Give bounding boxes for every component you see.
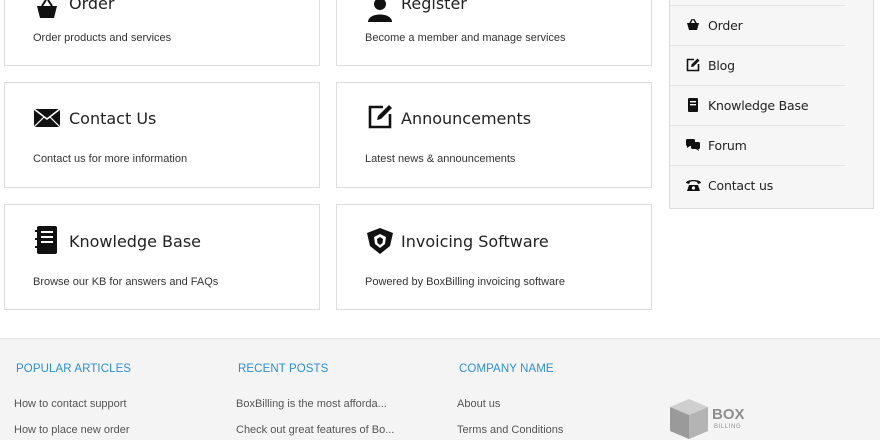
sidebar-item-label: Blog [708,57,735,73]
edit-icon [685,57,701,73]
shield-icon [365,226,395,256]
card-description: Powered by BoxBilling invoicing software [365,276,565,288]
footer-link[interactable]: How to place new order [14,424,130,436]
card-order[interactable]: Order Order products and services [4,0,320,66]
sidebar-item-contact-us[interactable]: Contact us [670,165,845,205]
sidebar-item-knowledge-base[interactable]: Knowledge Base [670,85,845,125]
card-title: Order [69,0,115,13]
sidebar-item-forum[interactable]: Forum [670,125,845,165]
sidebar-item-order[interactable]: Order [670,5,845,45]
card-description: Order products and services [33,32,172,44]
footer-link[interactable]: Terms and Conditions [457,424,563,436]
envelope-icon [32,103,62,133]
boxbilling-logo[interactable]: BOX BILLING [668,397,768,440]
book-icon [685,97,701,113]
card-knowledge-base[interactable]: Knowledge Base Browse our KB for answers… [4,204,320,310]
footer-link[interactable]: Check out great features of Bo... [236,424,394,436]
footer-heading-company-name: COMPANY NAME [459,363,554,375]
card-title: Announcements [401,109,532,128]
card-title: Contact Us [69,109,157,128]
basket-icon [685,17,701,33]
card-title: Invoicing Software [401,232,549,251]
footer-link[interactable]: About us [457,398,500,410]
footer-link[interactable]: BoxBilling is the most afforda... [236,398,387,410]
footer: POPULAR ARTICLES How to contact support … [0,338,880,440]
footer-heading-recent-posts: RECENT POSTS [238,363,329,375]
sidebar-item-label: Knowledge Base [708,97,809,113]
card-description: Browse our KB for answers and FAQs [33,276,219,288]
sidebar-menu: Order Blog Knowledge Base Forum Contact … [669,0,874,209]
user-icon [365,0,395,25]
basket-icon [32,0,62,25]
sidebar-item-label: Contact us [708,177,774,193]
logo-text: BOX [712,406,745,423]
phone-icon [685,177,701,193]
comments-icon [685,137,701,153]
card-register[interactable]: Register Become a member and manage serv… [336,0,652,66]
sidebar-item-blog[interactable]: Blog [670,45,845,85]
sidebar-item-label: Forum [708,137,747,153]
logo-subtext: BILLING [714,424,741,430]
card-title: Register [401,0,467,13]
edit-icon [365,102,395,132]
footer-link[interactable]: How to contact support [14,398,127,410]
card-announcements[interactable]: Announcements Latest news & announcement… [336,82,652,188]
footer-heading-popular-articles: POPULAR ARTICLES [16,363,132,375]
card-description: Latest news & announcements [365,153,516,165]
card-title: Knowledge Base [69,232,201,251]
card-invoicing-software[interactable]: Invoicing Software Powered by BoxBilling… [336,204,652,310]
book-icon [32,225,62,255]
card-description: Become a member and manage services [365,32,566,44]
sidebar-item-label: Order [708,17,743,33]
card-contact-us[interactable]: Contact Us Contact us for more informati… [4,82,320,188]
card-description: Contact us for more information [33,153,188,165]
